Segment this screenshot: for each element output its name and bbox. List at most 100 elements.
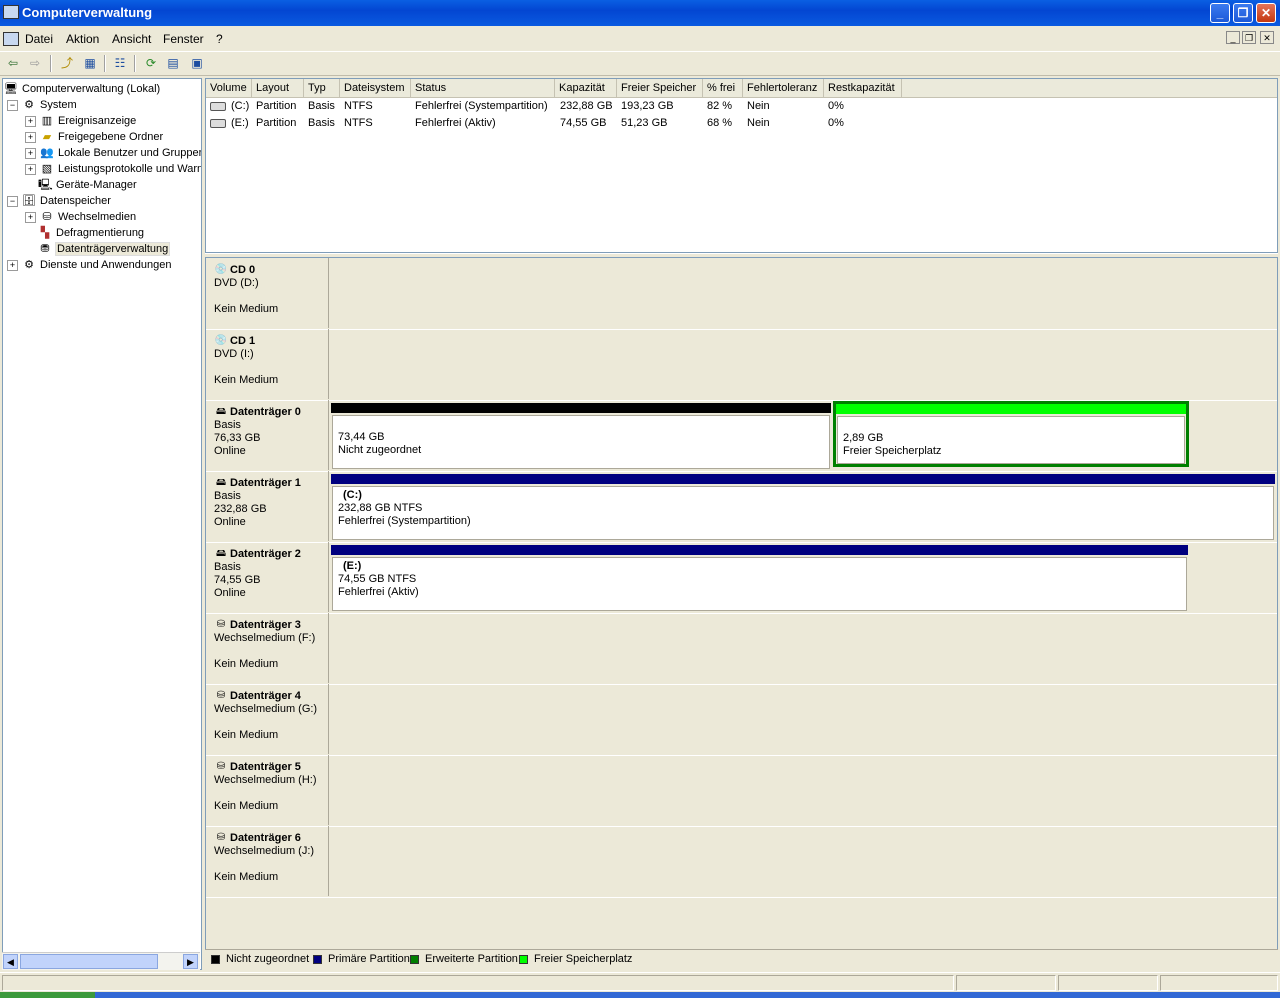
start-button[interactable] (0, 992, 95, 998)
disk-label[interactable]: ⛁ Datenträger 6 Wechselmedium (J:) Kein M… (206, 826, 329, 896)
tree-item-datentraegerverwaltung[interactable]: ⛃ Datenträgerverwaltung (38, 241, 171, 257)
child-close-button[interactable]: ✕ (1260, 31, 1274, 44)
tree-item-dienste[interactable]: + ⚙ Dienste und Anwendungen (7, 257, 172, 273)
tree-item-computerverwaltung[interactable]: 🖥 Computerverwaltung (Lokal) (4, 81, 160, 97)
disk-label[interactable]: 💿 CD 0 DVD (D:) Kein Medium (206, 258, 329, 328)
performance-icon: ▧ (41, 162, 53, 175)
table-row[interactable]: (C:) Partition Basis NTFS Fehlerfrei (Sy… (206, 98, 1277, 115)
tree-item-leistungsprotokolle[interactable]: +▧Leistungsprotokolle und Warnungen (25, 161, 201, 177)
menu-help[interactable]: ? (216, 32, 223, 46)
hard-disk-icon: 🖴 (215, 477, 227, 489)
collapse-icon[interactable]: − (7, 99, 18, 111)
removable-drive-icon: ⛁ (216, 690, 226, 702)
restore-button[interactable]: ❐ (1233, 3, 1253, 23)
column-freier-speicher[interactable]: Freier Speicher (617, 79, 703, 97)
toolbar-separator (104, 55, 106, 72)
expand-icon[interactable]: + (25, 211, 36, 223)
column-dateisystem[interactable]: Dateisystem (340, 79, 411, 97)
disk-label[interactable]: ⛁ Datenträger 5 Wechselmedium (H:) Kein M… (206, 755, 329, 825)
disk-label[interactable]: 🖴 Datenträger 2 Basis 74,55 GB Online (206, 542, 329, 612)
toolbar: ⇦ ⇨ ⤴ ▦ ☷ ⟳ ▤ ▣ (0, 52, 1280, 76)
storage-icon: 🗄 (22, 194, 36, 207)
taskbar-strip (0, 992, 1280, 998)
disk-label[interactable]: 💿 CD 1 DVD (I:) Kein Medium (206, 329, 329, 399)
tree-item-lokale-benutzer[interactable]: + 👥 Lokale Benutzer und Gruppen (25, 145, 201, 161)
show-hide-tree-icon[interactable]: ▦ (81, 55, 99, 72)
disk-label[interactable]: 🖴 Datenträger 0 Basis 76,33 GB Online (206, 400, 329, 470)
column-restkapazitaet[interactable]: Restkapazität (824, 79, 902, 97)
minimize-button[interactable]: _ (1210, 3, 1230, 23)
document-icon[interactable] (3, 32, 19, 46)
child-restore-button[interactable]: ❐ (1242, 31, 1256, 44)
tree-item-datenspeicher[interactable]: − 🗄 Datenspeicher (7, 193, 111, 209)
up-folder-icon[interactable]: ⤴ (58, 55, 76, 72)
table-row[interactable]: (E:) Partition Basis NTFS Fehlerfrei (Ak… (206, 115, 1277, 132)
disk-row-disk2[interactable]: 🖴 Datenträger 2 Basis 74,55 GB Online (E:… (206, 542, 1277, 614)
forward-icon[interactable]: ⇨ (26, 55, 44, 72)
expand-icon[interactable]: + (25, 163, 36, 175)
column-status[interactable]: Status (411, 79, 555, 97)
volume-unallocated[interactable]: 73,44 GB Nicht zugeordnet (331, 403, 831, 469)
tree-horizontal-scrollbar[interactable]: ◀ ▶ (2, 952, 200, 970)
cell-prozent-frei: 82 % (707, 100, 733, 112)
volume-free-space[interactable]: 2,89 GB Freier Speicherplatz (833, 401, 1189, 467)
title-bar: Computerverwaltung _ ❐ ✕ (0, 0, 1280, 26)
legend-label: Primäre Partition (328, 953, 410, 965)
expand-icon[interactable]: + (25, 115, 36, 127)
tree-item-wechselmedien[interactable]: + ⛁ Wechselmedien (25, 209, 136, 225)
menu-fenster[interactable]: Fenster (163, 32, 204, 46)
volume-e[interactable]: (E:) 74,55 GB NTFS Fehlerfrei (Aktiv) (331, 545, 1188, 611)
legend-label: Freier Speicherplatz (534, 953, 633, 965)
disk-row-disk3[interactable]: ⛁ Datenträger 3 Wechselmedium (F:) Kein M… (206, 613, 1277, 685)
disk-row-cd0[interactable]: 💿 CD 0 DVD (D:) Kein Medium (206, 258, 1277, 330)
expand-icon[interactable]: + (25, 131, 36, 143)
column-kapazitaet[interactable]: Kapazität (555, 79, 617, 97)
hard-disk-icon: 🖴 (215, 406, 227, 418)
status-pane (1058, 975, 1158, 991)
help-icon[interactable]: ▣ (188, 55, 206, 72)
scroll-right-icon[interactable]: ▶ (183, 954, 198, 969)
menu-aktion[interactable]: Aktion (66, 32, 99, 46)
disk-label[interactable]: ⛁ Datenträger 3 Wechselmedium (F:) Kein M… (206, 613, 329, 683)
menu-datei[interactable]: Datei (25, 32, 53, 46)
disk-row-disk0[interactable]: 🖴 Datenträger 0 Basis 76,33 GB Online 73,… (206, 400, 1277, 472)
cell-layout: Partition (256, 100, 297, 112)
disk-label[interactable]: ⛁ Datenträger 4 Wechselmedium (G:) Kein M… (206, 684, 329, 754)
disk-label[interactable]: 🖴 Datenträger 1 Basis 232,88 GB Online (206, 471, 329, 541)
disk-row-disk4[interactable]: ⛁ Datenträger 4 Wechselmedium (G:) Kein M… (206, 684, 1277, 756)
volume-list: Volume Layout Typ Dateisystem Status Kap… (205, 78, 1278, 253)
disk-row-disk1[interactable]: 🖴 Datenträger 1 Basis 232,88 GB Online (C… (206, 471, 1277, 543)
tree-item-ereignisanzeige[interactable]: + ▥ Ereignisanzeige (25, 113, 136, 129)
back-icon[interactable]: ⇦ (4, 55, 22, 72)
refresh-icon[interactable]: ⟳ (142, 55, 160, 72)
toolbar-separator (134, 55, 136, 72)
column-fehlertoleranz[interactable]: Fehlertoleranz (743, 79, 824, 97)
volume-body: 2,89 GB Freier Speicherplatz (837, 416, 1185, 464)
legend-label: Erweiterte Partition (425, 953, 518, 965)
column-volume[interactable]: Volume (206, 79, 252, 97)
disk-row-disk5[interactable]: ⛁ Datenträger 5 Wechselmedium (H:) Kein M… (206, 755, 1277, 827)
status-bar (0, 972, 1280, 993)
column-typ[interactable]: Typ (304, 79, 340, 97)
cell-restkapazitaet: 0% (828, 117, 844, 129)
properties-help-icon[interactable]: ☷ (111, 55, 129, 72)
close-button[interactable]: ✕ (1256, 3, 1276, 23)
expand-icon[interactable]: + (7, 259, 18, 271)
column-layout[interactable]: Layout (252, 79, 304, 97)
cell-typ: Basis (308, 100, 335, 112)
scroll-left-icon[interactable]: ◀ (3, 954, 18, 969)
volume-c[interactable]: (C:) 232,88 GB NTFS Fehlerfrei (Systempa… (331, 474, 1275, 540)
disk-row-cd1[interactable]: 💿 CD 1 DVD (I:) Kein Medium (206, 329, 1277, 401)
tree-item-freigegebene-ordner[interactable]: + ▰ Freigegebene Ordner (25, 129, 163, 145)
tree-item-defragmentierung[interactable]: ▚ Defragmentierung (38, 225, 144, 241)
tree-item-system[interactable]: − ⚙ System (7, 97, 77, 113)
expand-icon[interactable]: + (25, 147, 36, 159)
collapse-icon[interactable]: − (7, 195, 18, 207)
menu-ansicht[interactable]: Ansicht (112, 32, 151, 46)
properties-icon[interactable]: ▤ (164, 55, 182, 72)
tree-item-geraete-manager[interactable]: 🖳 Geräte-Manager (38, 177, 137, 193)
disk-row-disk6[interactable]: ⛁ Datenträger 6 Wechselmedium (J:) Kein M… (206, 826, 1277, 898)
scroll-thumb[interactable] (20, 954, 158, 969)
child-minimize-button[interactable]: _ (1226, 31, 1240, 44)
column-prozent-frei[interactable]: % frei (703, 79, 743, 97)
